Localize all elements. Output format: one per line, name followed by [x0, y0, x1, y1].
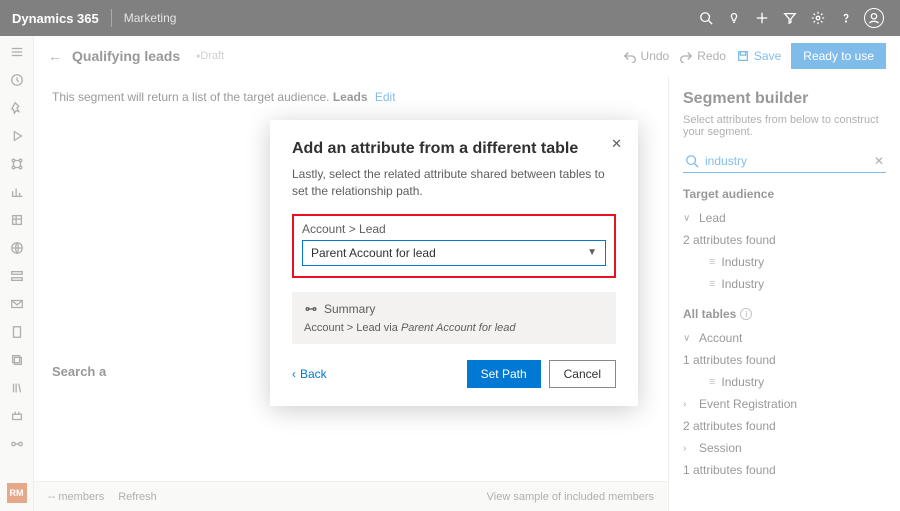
relationship-select[interactable]: Parent Account for lead ▼ — [302, 240, 606, 266]
set-path-button[interactable]: Set Path — [467, 360, 541, 388]
add-attribute-dialog: ✕ Add an attribute from a different tabl… — [270, 120, 638, 406]
summary-box: Summary Account > Lead via Parent Accoun… — [292, 292, 616, 344]
dialog-back-button[interactable]: ‹Back — [292, 367, 327, 381]
dialog-text: Lastly, select the related attribute sha… — [292, 166, 616, 200]
cancel-button[interactable]: Cancel — [549, 360, 616, 388]
path-breadcrumb: Account > Lead — [302, 222, 606, 236]
close-icon[interactable]: ✕ — [611, 136, 622, 152]
chevron-down-icon: ▼ — [587, 247, 597, 258]
dialog-title: Add an attribute from a different table — [292, 140, 616, 158]
summary-icon — [304, 302, 318, 316]
relationship-path-field: Account > Lead Parent Account for lead ▼ — [292, 214, 616, 278]
